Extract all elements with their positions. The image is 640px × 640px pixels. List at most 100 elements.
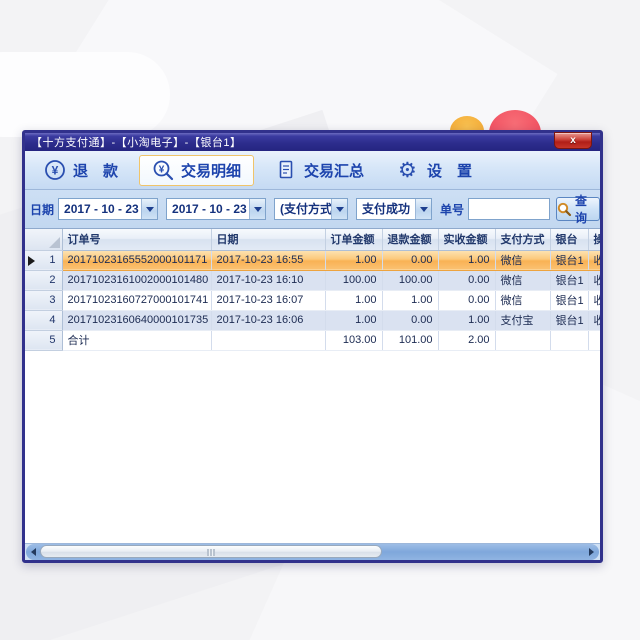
toolbar-refund-button[interactable]: ¥ 退 款 — [31, 155, 131, 186]
cell-date: 2017-10-23 16:06 — [211, 310, 325, 330]
cell-amount: 1.00 — [325, 290, 382, 310]
cell-operator: 收银员 — [588, 290, 600, 310]
column-header-refund[interactable]: 退款金额 — [382, 229, 438, 250]
scroll-right-arrow-icon[interactable] — [589, 548, 594, 556]
column-header-date[interactable]: 日期 — [211, 229, 325, 250]
table-row-total[interactable]: 5 合计 103.00 101.00 2.00 — [25, 330, 600, 350]
transaction-grid: 订单号 日期 订单金额 退款金额 实收金额 支付方式 银台 操作员 1 2017… — [25, 229, 600, 544]
title-bar: 【十方支付通】-【小淘电子】-【银台1】 x — [25, 133, 600, 151]
cell-date: 2017-10-23 16:10 — [211, 270, 325, 290]
cell-counter: 银台1 — [550, 250, 588, 270]
query-button[interactable]: 查询 — [556, 197, 600, 221]
cell-refund: 1.00 — [382, 290, 438, 310]
grid-corner-cell[interactable] — [25, 229, 62, 250]
pay-status-dropdown-button[interactable] — [415, 199, 431, 219]
cell-amount: 1.00 — [325, 250, 382, 270]
cell-received: 1.00 — [438, 250, 495, 270]
close-button[interactable]: x — [554, 132, 592, 149]
cell-counter: 银台1 — [550, 310, 588, 330]
background-blob — [0, 52, 170, 137]
table-row[interactable]: 2 20171023161002000101480 2017-10-23 16:… — [25, 270, 600, 290]
row-number-cell: 3 — [25, 290, 62, 310]
table-row[interactable]: 3 20171023160727000101741 2017-10-23 16:… — [25, 290, 600, 310]
cell-method: 微信 — [495, 270, 550, 290]
table-row[interactable]: 1 20171023165552000101171 2017-10-23 16:… — [25, 250, 600, 270]
chevron-down-icon — [254, 207, 262, 212]
pay-status-value: 支付成功 — [357, 199, 415, 219]
pay-method-select[interactable]: (支付方式) — [274, 198, 348, 220]
order-no-input[interactable] — [468, 198, 550, 220]
column-header-received[interactable]: 实收金额 — [438, 229, 495, 250]
yen-magnifier-icon: ¥ — [152, 159, 174, 181]
column-header-counter[interactable]: 银台 — [550, 229, 588, 250]
cell-amount: 100.00 — [325, 270, 382, 290]
cell-method: 支付宝 — [495, 310, 550, 330]
cell-date: 2017-10-23 16:07 — [211, 290, 325, 310]
toolbar-transaction-detail-button[interactable]: ¥ 交易明细 — [139, 155, 254, 186]
cell-date — [211, 330, 325, 350]
date-to-dropdown-button[interactable] — [249, 199, 265, 219]
cell-method — [495, 330, 550, 350]
cell-refund: 100.00 — [382, 270, 438, 290]
svg-text:¥: ¥ — [159, 165, 165, 176]
cell-order-no: 20171023160727000101741 — [62, 290, 211, 310]
scrollbar-thumb[interactable] — [40, 545, 382, 558]
query-button-label: 查询 — [575, 192, 599, 226]
cell-refund: 101.00 — [382, 330, 438, 350]
scrollbar-grip-icon — [207, 549, 215, 556]
date-label: 日期 — [30, 201, 54, 218]
toolbar-label: 退 款 — [73, 160, 118, 181]
cell-operator: 收银员 — [588, 310, 600, 330]
cell-counter: 银台1 — [550, 290, 588, 310]
current-row-indicator-icon — [28, 256, 35, 266]
cell-order-no: 20171023161002000101480 — [62, 270, 211, 290]
row-number-cell: 4 — [25, 310, 62, 330]
cell-amount: 1.00 — [325, 310, 382, 330]
cell-refund: 0.00 — [382, 310, 438, 330]
cell-counter: 银台1 — [550, 270, 588, 290]
cell-method: 微信 — [495, 250, 550, 270]
pay-status-select[interactable]: 支付成功 — [356, 198, 432, 220]
toolbar-settings-button[interactable]: ⚙ 设 置 — [385, 155, 485, 186]
cell-received: 0.00 — [438, 270, 495, 290]
row-number-cell: 1 — [25, 250, 62, 270]
document-icon — [275, 159, 297, 181]
column-header-order-no[interactable]: 订单号 — [62, 229, 211, 250]
date-to-picker[interactable]: 2017 - 10 - 23 — [166, 198, 266, 220]
toolbar-transaction-summary-button[interactable]: 交易汇总 — [262, 155, 377, 186]
column-header-amount[interactable]: 订单金额 — [325, 229, 382, 250]
yen-circle-icon: ¥ — [44, 159, 66, 181]
date-from-picker[interactable]: 2017 - 10 - 23 — [58, 198, 158, 220]
corner-triangle-icon — [49, 237, 60, 248]
table-row[interactable]: 4 20171023160640000101735 2017-10-23 16:… — [25, 310, 600, 330]
close-icon: x — [570, 135, 576, 146]
column-header-operator[interactable]: 操作员 — [588, 229, 600, 250]
column-header-method[interactable]: 支付方式 — [495, 229, 550, 250]
scroll-left-arrow-icon[interactable] — [31, 548, 36, 556]
cell-order-no: 20171023165552000101171 — [62, 250, 211, 270]
cell-order-no: 20171023160640000101735 — [62, 310, 211, 330]
cell-method: 微信 — [495, 290, 550, 310]
chevron-down-icon — [146, 207, 154, 212]
cell-received: 0.00 — [438, 290, 495, 310]
toolbar-label: 交易明细 — [181, 160, 241, 181]
date-from-dropdown-button[interactable] — [141, 199, 157, 219]
cell-order-no: 合计 — [62, 330, 211, 350]
toolbar-label: 交易汇总 — [304, 160, 364, 181]
window-title: 【十方支付通】-【小淘电子】-【银台1】 — [25, 134, 241, 150]
cell-amount: 103.00 — [325, 330, 382, 350]
row-number-cell: 2 — [25, 270, 62, 290]
toolbar: ¥ 退 款 ¥ 交易明细 交易汇总 ⚙ 设 置 — [25, 151, 600, 190]
date-from-value: 2017 - 10 - 23 — [59, 199, 141, 219]
svg-text:¥: ¥ — [52, 164, 59, 178]
filter-bar: 日期 2017 - 10 - 23 2017 - 10 - 23 (支付方式) … — [25, 190, 600, 229]
cell-operator — [588, 330, 600, 350]
horizontal-scrollbar[interactable] — [26, 544, 599, 560]
row-number-cell: 5 — [25, 330, 62, 350]
grid-header-row: 订单号 日期 订单金额 退款金额 实收金额 支付方式 银台 操作员 — [25, 229, 600, 250]
chevron-down-icon — [336, 207, 344, 212]
cell-date: 2017-10-23 16:55 — [211, 250, 325, 270]
pay-method-dropdown-button[interactable] — [331, 199, 347, 219]
toolbar-label: 设 置 — [427, 160, 472, 181]
cell-operator: 收银员 — [588, 270, 600, 290]
